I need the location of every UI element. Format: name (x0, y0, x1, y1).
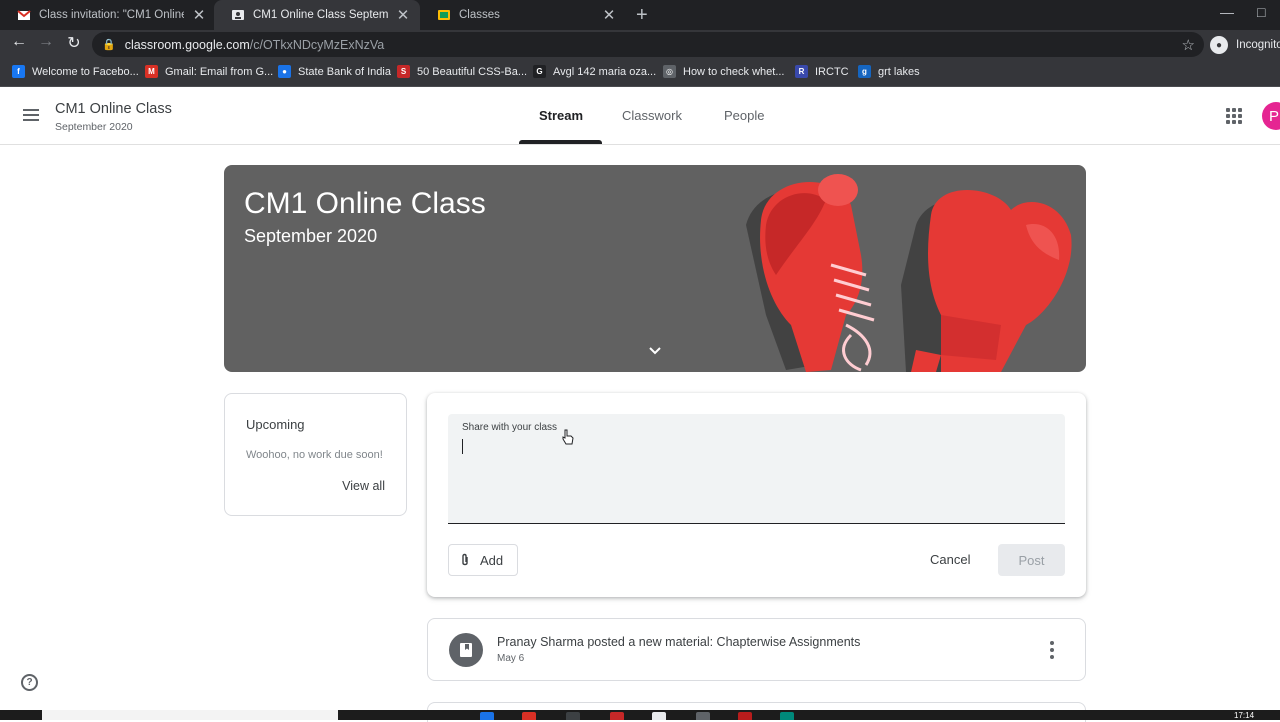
tab-title: Classes (459, 9, 500, 21)
cancel-button[interactable]: Cancel (930, 552, 970, 567)
bookmark-label: How to check whet... (683, 65, 785, 78)
browser-tab[interactable]: Class invitation: "CM1 Online Cla ✕ (0, 0, 216, 30)
bookmark-star-icon[interactable]: ☆ (1182, 36, 1195, 54)
upcoming-card: Upcoming Woohoo, no work due soon! View … (224, 393, 407, 516)
close-icon[interactable]: ✕ (192, 6, 206, 24)
stream-item[interactable]: Pranay Sharma posted a new material: Cha… (427, 618, 1086, 681)
os-taskbar: 17:14 (0, 710, 1280, 720)
main-menu-icon[interactable] (20, 106, 42, 128)
url-path: /c/OTkxNDcyMzExNzVa (249, 37, 385, 52)
paperclip-icon (462, 553, 468, 566)
doc-icon: g (858, 65, 871, 78)
bookmark-label: Welcome to Facebo... (32, 65, 139, 78)
chevron-down-icon[interactable] (645, 341, 665, 361)
bookmark-item[interactable]: g grt lakes (858, 65, 920, 78)
incognito-indicator[interactable]: ● Incognito (1210, 36, 1280, 54)
maximize-icon[interactable]: □ (1257, 4, 1265, 20)
close-icon[interactable]: ✕ (396, 6, 410, 24)
incognito-icon: ● (1210, 36, 1228, 54)
gmail-icon (17, 10, 31, 20)
bookmark-item[interactable]: R IRCTC (795, 65, 849, 78)
reload-icon[interactable]: ↻ (63, 33, 85, 53)
browser-tab[interactable]: Classes ✕ (420, 0, 626, 30)
irctc-icon: R (795, 65, 808, 78)
upcoming-title: Upcoming (246, 417, 305, 432)
bookmark-label: State Bank of India (298, 65, 391, 78)
bookmark-label: Avgl 142 maria oza... (553, 65, 657, 78)
upcoming-message: Woohoo, no work due soon! (246, 449, 383, 461)
bookmark-item[interactable]: ● State Bank of India (278, 65, 391, 78)
taskbar-search[interactable] (42, 710, 338, 720)
bookmark-label: grt lakes (878, 65, 920, 78)
bookmark-label: IRCTC (815, 65, 849, 78)
bookmark-label: 50 Beautiful CSS-Ba... (417, 65, 528, 78)
textarea-label: Share with your class (462, 422, 558, 433)
announcement-composer: Share with your class Add Cancel Post (427, 393, 1086, 597)
add-attachment-button[interactable]: Add (448, 544, 518, 576)
class-section: September 2020 (55, 121, 133, 133)
tab-stream[interactable]: Stream (539, 108, 583, 123)
browser-tab-active[interactable]: CM1 Online Class September 20 ✕ (214, 0, 420, 30)
incognito-label: Incognito (1236, 39, 1280, 51)
active-tab-indicator (519, 140, 602, 144)
lock-icon: 🔒 (102, 39, 116, 51)
bookmark-item[interactable]: G Avgl 142 maria oza... (533, 65, 656, 78)
bookmark-item[interactable]: ◎ How to check whet... (663, 65, 785, 78)
taskbar-app-icon[interactable] (566, 712, 580, 720)
bookmark-label: Gmail: Email from G... (165, 65, 274, 78)
taskbar-app-icon[interactable] (480, 712, 494, 720)
text-caret (462, 439, 463, 454)
tab-classwork[interactable]: Classwork (622, 108, 682, 123)
taskbar-app-icon[interactable] (738, 712, 752, 720)
banner-title: CM1 Online Class (244, 187, 486, 220)
avatar[interactable]: P (1262, 102, 1280, 130)
taskbar-app-icon[interactable] (610, 712, 624, 720)
class-banner: CM1 Online Class September 2020 (224, 165, 1086, 372)
new-tab-button[interactable]: + (636, 4, 648, 27)
more-options-icon[interactable] (1050, 641, 1054, 662)
bookmark-item[interactable]: f Welcome to Facebo... (12, 65, 139, 78)
stream-item-title[interactable]: Pranay Sharma posted a new material: Cha… (497, 635, 860, 649)
stream-item-date: May 6 (497, 653, 525, 664)
google-icon: G (533, 65, 546, 78)
minimize-icon[interactable]: — (1220, 4, 1234, 20)
tab-title: Class invitation: "CM1 Online Cla (39, 9, 184, 21)
back-icon[interactable]: ← (8, 33, 30, 51)
bookmark-item[interactable]: S 50 Beautiful CSS-Ba... (397, 65, 527, 78)
gmail-icon: M (145, 65, 158, 78)
hand-cursor-icon (562, 429, 574, 445)
taskbar-app-icon[interactable] (652, 712, 666, 720)
post-button[interactable]: Post (998, 544, 1065, 576)
view-all-link[interactable]: View all (342, 479, 385, 493)
classroom-icon (438, 10, 450, 20)
share-textarea[interactable]: Share with your class (448, 414, 1065, 524)
banner-subtitle: September 2020 (244, 226, 378, 246)
tab-title: CM1 Online Class September 20 (253, 9, 388, 21)
browser-tab-strip: Class invitation: "CM1 Online Cla ✕ CM1 … (0, 0, 1280, 30)
facebook-icon: f (12, 65, 25, 78)
globe-icon: ◎ (663, 65, 676, 78)
taskbar-app-icon[interactable] (780, 712, 794, 720)
close-icon[interactable]: ✕ (602, 6, 616, 24)
forward-icon[interactable]: → (35, 33, 57, 51)
browser-toolbar: ← → ↻ 🔒 classroom.google.com/c/OTkxNDcyM… (0, 30, 1280, 59)
help-icon[interactable]: ? (21, 674, 38, 691)
classroom-icon (232, 10, 244, 20)
tab-people[interactable]: People (724, 108, 764, 123)
classroom-header: CM1 Online Class September 2020 Stream C… (0, 88, 1280, 145)
url-host: classroom.google.com (124, 37, 250, 52)
bookmark-item[interactable]: M Gmail: Email from G... (145, 65, 273, 78)
boxing-gloves-illustration (746, 174, 1072, 372)
apps-grid-icon[interactable] (1226, 108, 1242, 124)
css-site-icon: S (397, 65, 410, 78)
add-label: Add (480, 552, 504, 568)
taskbar-app-icon[interactable] (696, 712, 710, 720)
sbi-icon: ● (278, 65, 291, 78)
taskbar-app-icon[interactable] (522, 712, 536, 720)
material-icon (449, 633, 483, 667)
address-bar[interactable]: 🔒 classroom.google.com/c/OTkxNDcyMzExNzV… (92, 32, 1204, 57)
taskbar-clock: 17:14 (1234, 711, 1255, 720)
bookmarks-bar: f Welcome to Facebo... M Gmail: Email from … (0, 59, 1280, 87)
class-name[interactable]: CM1 Online Class (55, 101, 172, 117)
